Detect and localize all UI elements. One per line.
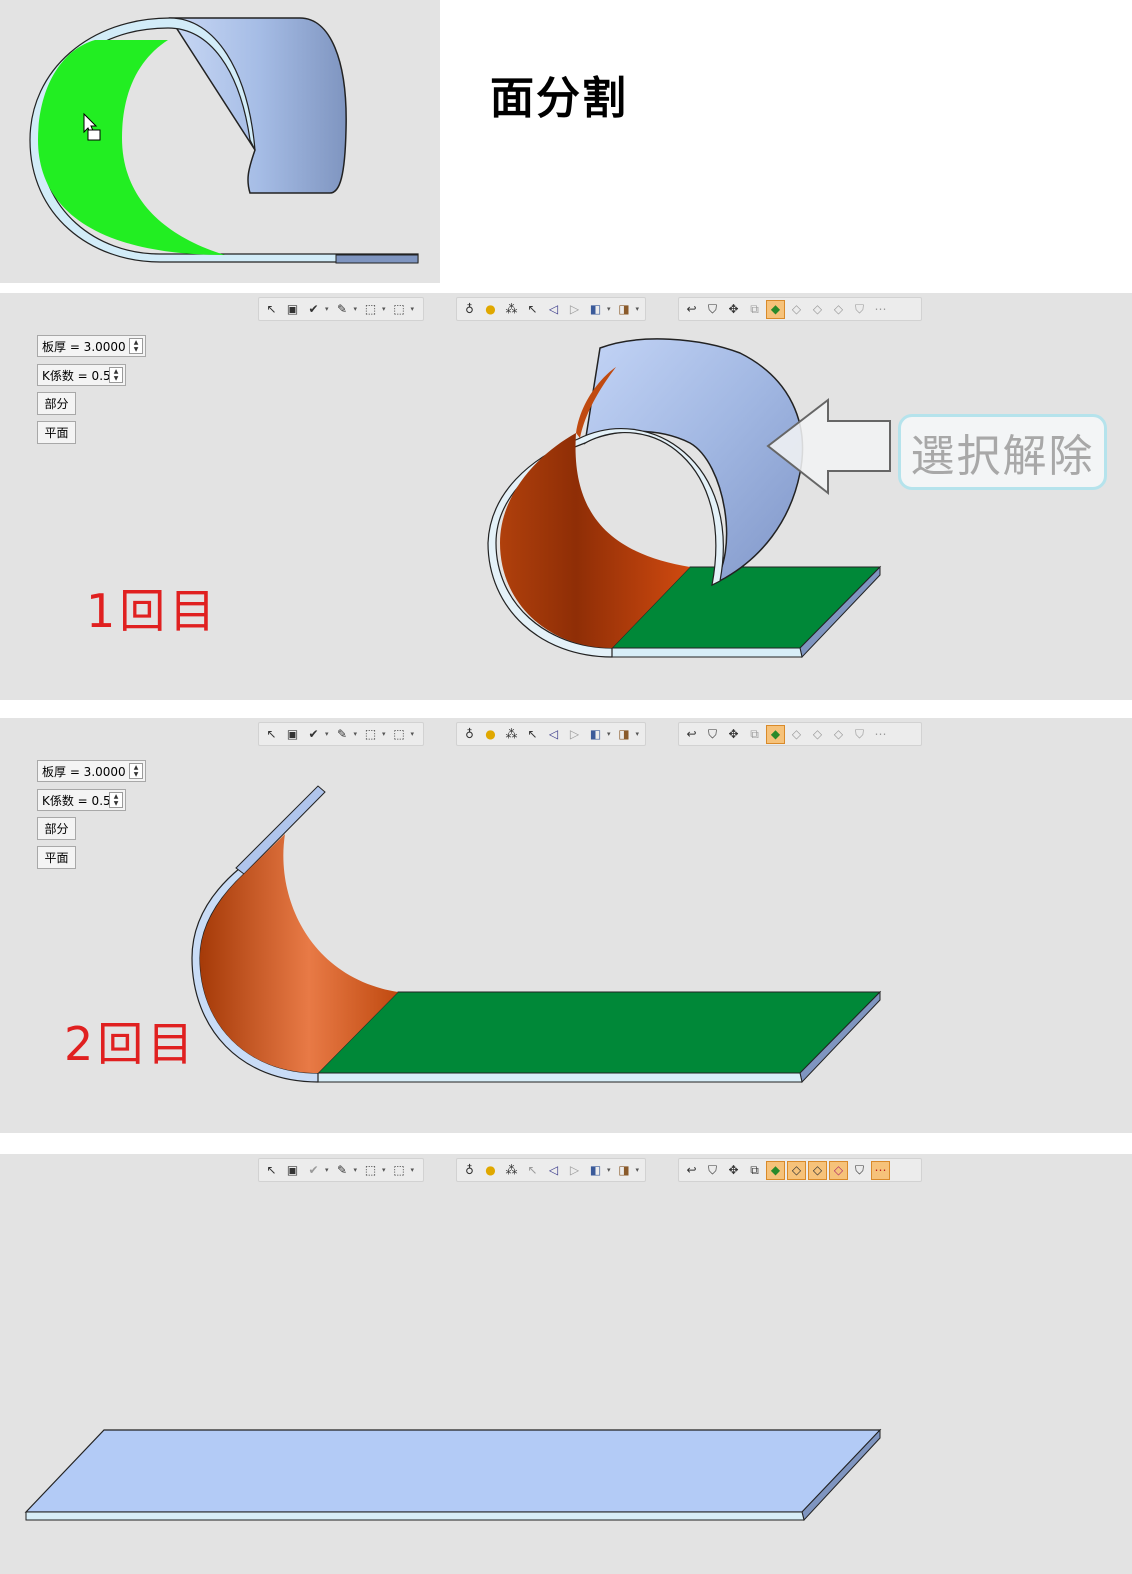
result-viewport: ↖ ▣ ✔ ▾ ✎ ▾ ⬚ ▾ ⬚ ▾ ♁ ● ⁂ ↖ ◁ ▷ ◧ ▾ ◨ ▾ ↩ ⛉ ✥ … <box>0 1154 1132 1574</box>
flattened-model <box>24 1428 882 1522</box>
page-title: 面分割 <box>490 73 628 124</box>
plate-edge <box>317 1072 803 1083</box>
sheet-front-edge <box>25 1511 805 1521</box>
rolled-sheet-preview <box>29 17 419 264</box>
step1-model <box>487 338 891 659</box>
plate-edge <box>611 647 803 658</box>
step2-viewport: ↖ ▣ ✔ ▾ ✎ ▾ ⬚ ▾ ⬚ ▾ ♁ ● ⁂ ↖ ◁ ▷ ◧ ▾ ◨ ▾ ↩ ⛉ ✥ … <box>0 718 1132 1133</box>
step1-viewport: ↖ ▣ ✔ ▾ ✎ ▾ ⬚ ▾ ⬚ ▾ ♁ ● ⁂ ↖ ◁ ▷ ◧ ▾ ◨ ▾ ↩ ⛉ ✥ … <box>0 293 1132 700</box>
flat-sheet <box>24 1429 882 1513</box>
outer-surface <box>168 17 347 194</box>
deselect-callout: 選択解除 <box>898 414 1107 490</box>
intro-viewport <box>0 0 440 283</box>
step2-model <box>191 785 882 1084</box>
face-pick-icon <box>87 129 101 141</box>
flat-face <box>316 991 882 1074</box>
flat-end <box>335 254 419 264</box>
